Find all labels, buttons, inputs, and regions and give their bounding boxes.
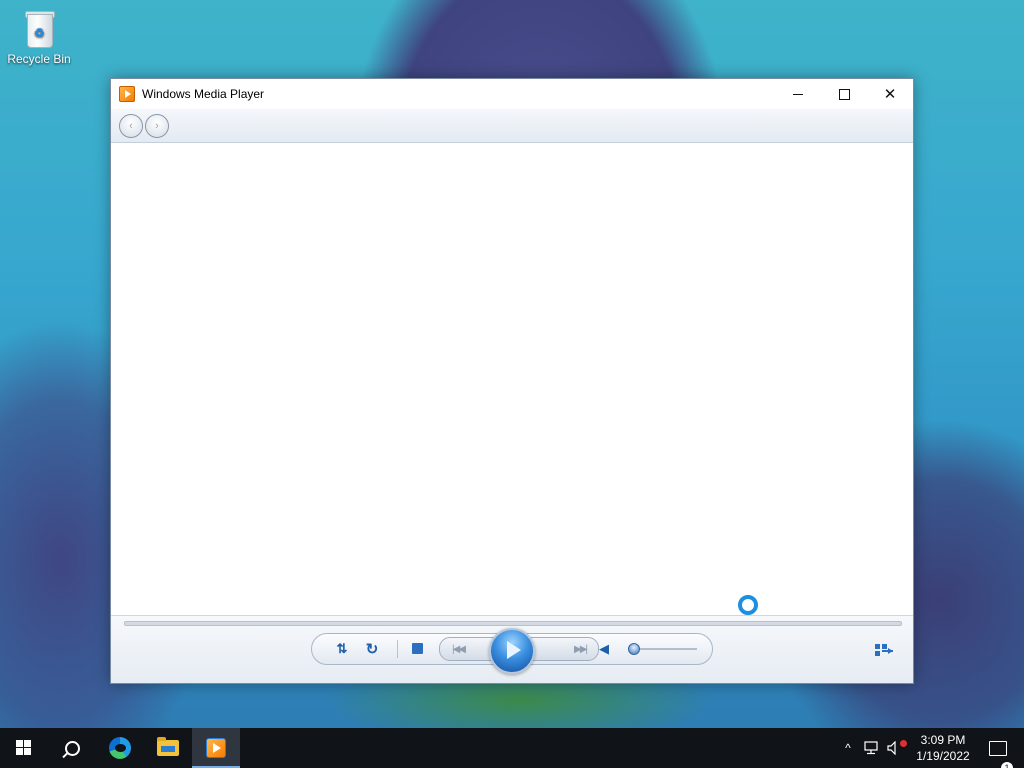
network-icon[interactable] [860,741,884,755]
folder-icon [157,737,179,756]
mute-button[interactable]: ◀ [597,641,611,657]
taskbar: ^ 3:09 PM 1/19/2022 1 [0,728,1024,768]
start-button[interactable] [0,728,48,768]
back-button[interactable]: ‹ [119,113,143,138]
taskbar-app-windows-media-player[interactable] [192,728,240,768]
recycle-bin-icon: ♻ [22,8,56,48]
search-icon [64,740,80,756]
media-player-window: Windows Media Player ✕ ‹ › ⇅ ↻ |◀◀ ▶▶| ◀ [110,78,914,684]
minimize-button[interactable] [775,79,821,109]
library-content-area [111,143,913,616]
switch-to-now-playing-icon[interactable] [875,644,893,656]
volume-slider-handle[interactable] [628,643,640,655]
busy-cursor-icon [738,595,758,615]
notification-icon [989,740,1007,756]
close-button[interactable]: ✕ [867,79,913,109]
window-controls: ✕ [775,79,913,109]
window-title: Windows Media Player [142,87,265,101]
divider [397,640,398,658]
windows-media-player-icon [206,738,226,758]
notification-count-badge: 1 [1001,761,1013,768]
forward-button[interactable]: › [145,113,169,138]
seek-bar[interactable] [124,621,902,626]
show-hidden-icons-chevron-icon[interactable]: ^ [836,741,860,755]
taskbar-app-file-explorer[interactable] [144,728,192,768]
title-bar[interactable]: Windows Media Player ✕ [111,79,913,109]
windows-logo-icon [16,740,32,756]
windows-media-player-icon [119,86,135,102]
repeat-button[interactable]: ↻ [363,640,381,658]
search-button[interactable] [48,728,96,768]
volume-slider[interactable] [631,648,697,650]
clock-time: 3:09 PM [920,733,966,747]
edge-browser-icon [109,737,131,759]
volume-muted-icon[interactable] [884,740,908,755]
desktop-icon-label: Recycle Bin [7,52,71,66]
play-button[interactable] [489,628,535,674]
taskbar-app-edge[interactable] [96,728,144,768]
desktop-icon-recycle-bin[interactable]: ♻ Recycle Bin [4,8,74,66]
muted-indicator-icon [900,740,907,747]
action-center-button[interactable]: 1 [978,740,1018,768]
system-tray: ^ 3:09 PM 1/19/2022 1 [836,728,1024,768]
clock[interactable]: 3:09 PM 1/19/2022 [908,732,978,764]
maximize-button[interactable] [821,79,867,109]
clock-date: 1/19/2022 [916,749,970,763]
shuffle-button[interactable]: ⇅ [333,640,351,658]
navigation-bar: ‹ › [111,109,913,143]
playback-controls-bar: ⇅ ↻ |◀◀ ▶▶| ◀ [111,615,913,683]
stop-button[interactable] [412,643,423,654]
